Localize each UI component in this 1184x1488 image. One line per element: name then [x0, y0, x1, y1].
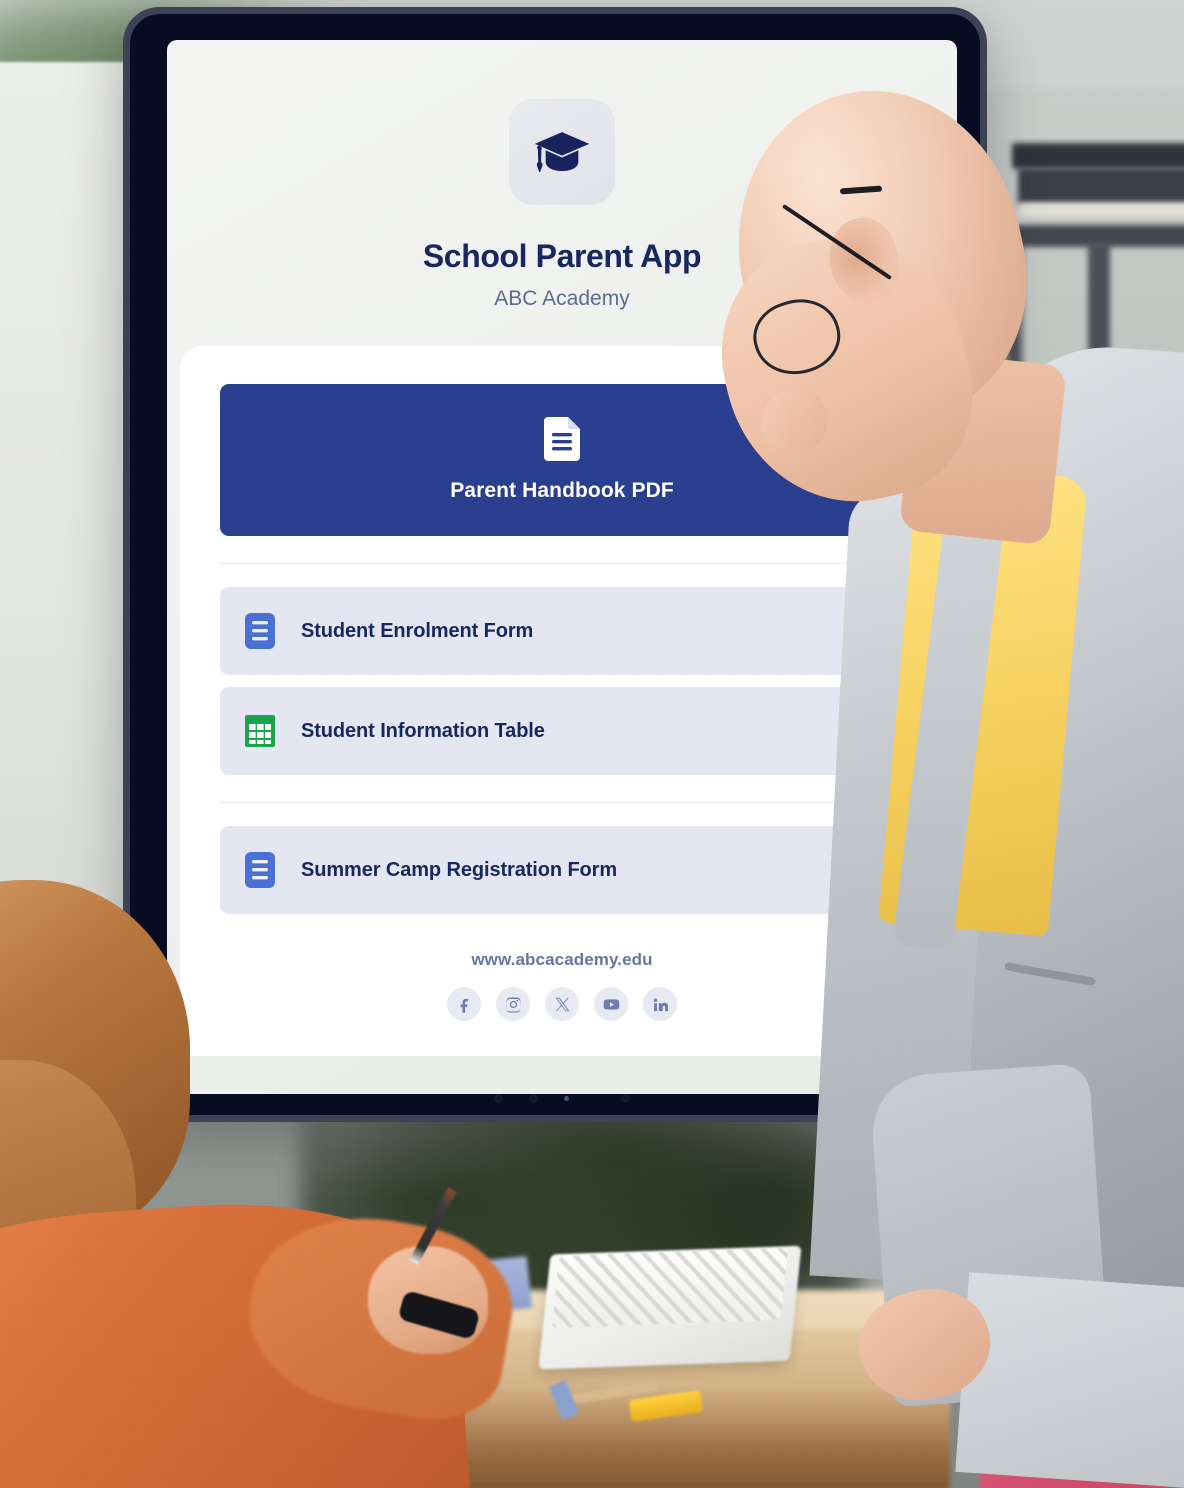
x-twitter-link[interactable]	[545, 987, 579, 1021]
page-title: School Parent App	[422, 238, 702, 274]
app-logo	[509, 99, 615, 205]
link-label: Summer Camp Registration Form	[301, 858, 618, 881]
background-book-light	[1020, 203, 1184, 217]
app-subtitle: ABC Academy	[494, 287, 630, 310]
background-shelf-leg-secondary	[1006, 243, 1022, 443]
background-shelf-leg	[1088, 243, 1110, 463]
google-forms-icon	[242, 613, 278, 649]
speaker-dot	[494, 1093, 503, 1103]
tablet-bezel: School Parent App ABC Academy Parent Han…	[130, 14, 980, 1115]
app-header: School Parent App ABC Academy	[167, 40, 957, 311]
youtube-icon	[603, 996, 620, 1013]
facebook-icon	[456, 996, 473, 1013]
background-pencil-case-lid	[551, 1248, 789, 1328]
links-card: Parent Handbook PDF Student Enrolment Fo…	[180, 346, 944, 1056]
instagram-link[interactable]	[496, 987, 530, 1021]
google-sheets-icon	[242, 713, 278, 749]
graduation-cap-icon	[533, 123, 591, 181]
parent-handbook-pdf-label: Parent Handbook PDF	[450, 479, 674, 502]
speaker-dot	[621, 1093, 630, 1103]
parent-handbook-pdf-button[interactable]: Parent Handbook PDF	[220, 384, 904, 536]
camera-dot	[564, 1095, 569, 1101]
social-links	[220, 987, 904, 1021]
background-books-stack	[1018, 168, 1184, 204]
background-books	[1012, 143, 1184, 169]
instagram-icon	[505, 996, 522, 1013]
card-footer: www.abcacademy.edu	[220, 950, 904, 1021]
tablet-device: School Parent App ABC Academy Parent Han…	[123, 7, 987, 1122]
document-pdf-icon	[544, 417, 580, 461]
tablet-speaker-dots	[167, 1091, 957, 1105]
tablet-screen: School Parent App ABC Academy Parent Han…	[167, 40, 957, 1094]
linkedin-link[interactable]	[643, 987, 677, 1021]
x-twitter-icon	[554, 996, 571, 1013]
speaker-dot	[529, 1093, 538, 1103]
link-row-summer-camp-registration-form[interactable]: Summer Camp Registration Form	[220, 826, 904, 914]
link-row-student-enrolment-form[interactable]: Student Enrolment Form	[220, 587, 904, 675]
facebook-link[interactable]	[447, 987, 481, 1021]
link-row-student-information-table[interactable]: Student Information Table	[220, 687, 904, 775]
divider-bottom	[220, 802, 904, 803]
classroom-scene: School Parent App ABC Academy Parent Han…	[0, 0, 1184, 1488]
divider-top	[220, 563, 904, 564]
link-label: Student Enrolment Form	[301, 619, 534, 642]
link-label: Student Information Table	[301, 719, 545, 742]
linkedin-icon	[652, 996, 669, 1013]
google-forms-icon	[242, 852, 278, 888]
youtube-link[interactable]	[594, 987, 628, 1021]
website-url[interactable]: www.abcacademy.edu	[220, 950, 904, 970]
